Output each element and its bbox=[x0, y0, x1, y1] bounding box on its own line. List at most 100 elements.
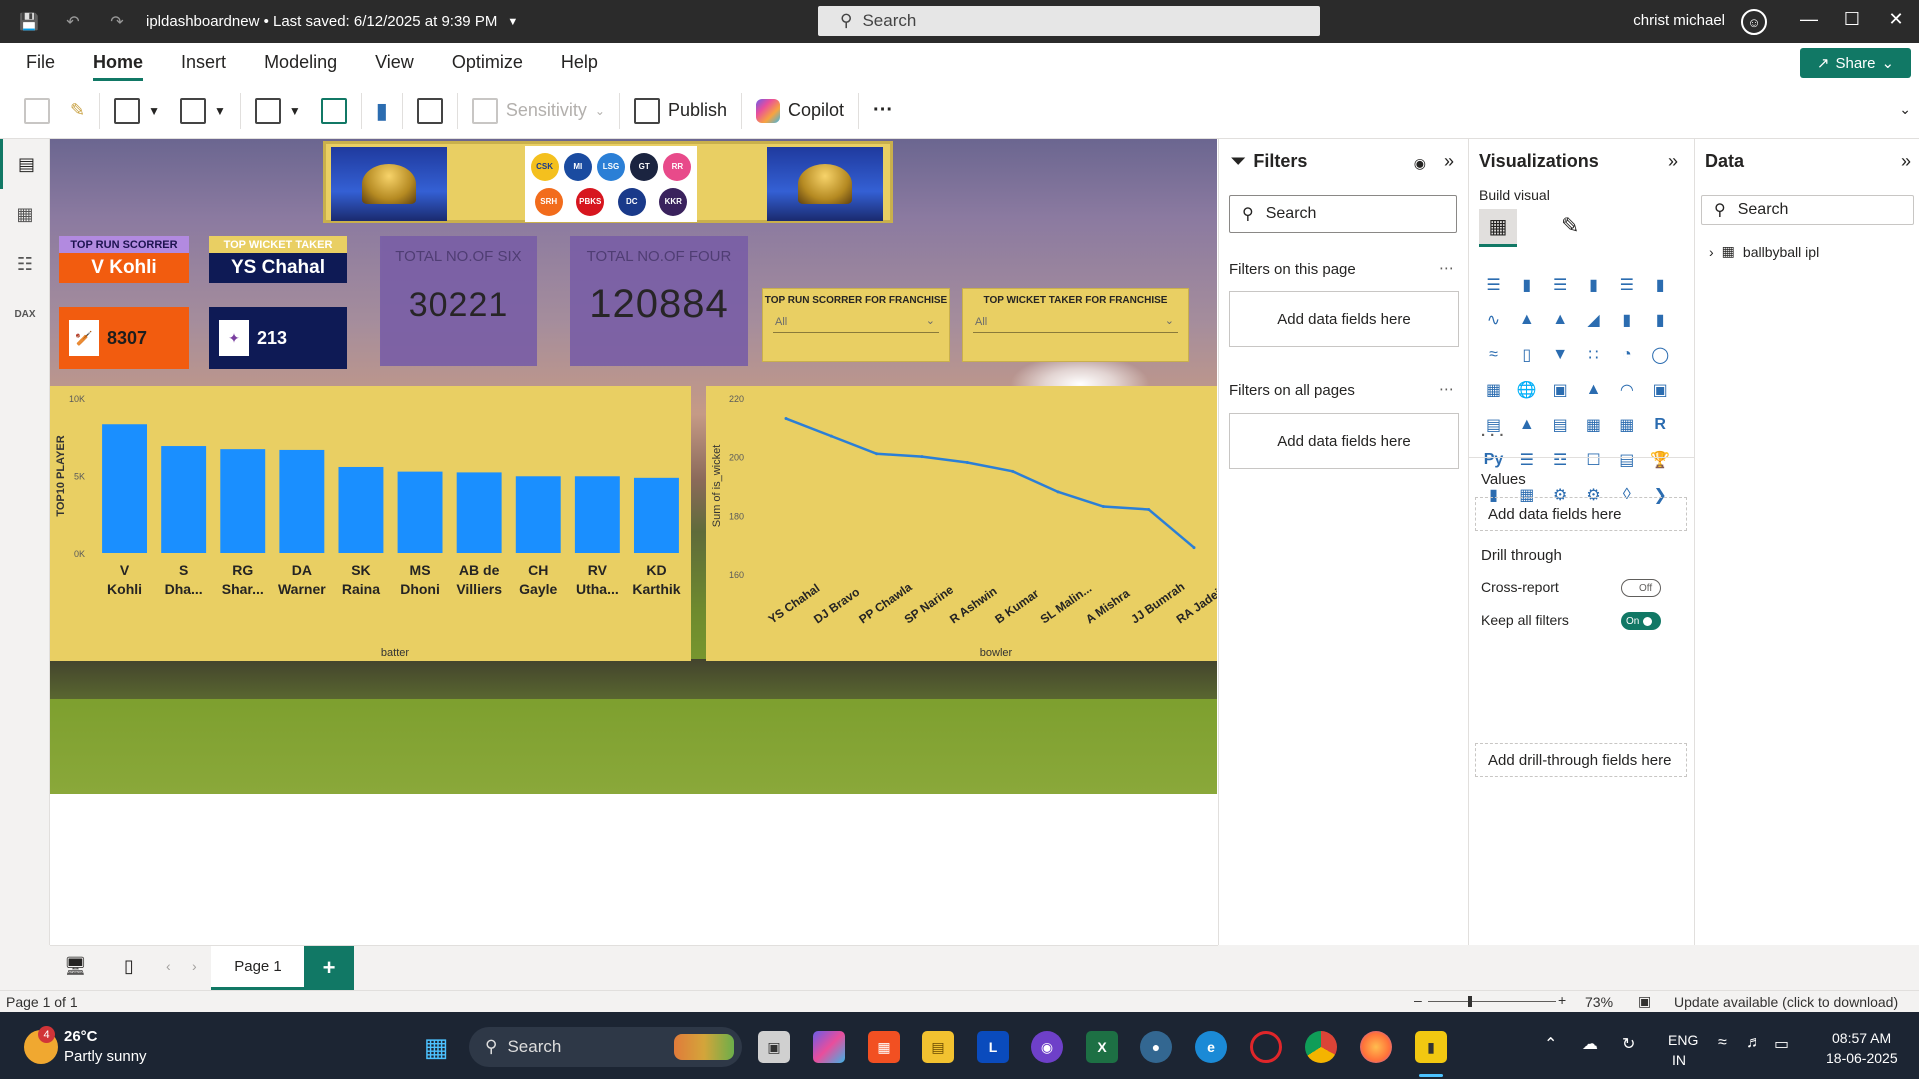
volume-icon[interactable]: ♬ bbox=[1746, 1034, 1762, 1052]
ribbon-chart-icon[interactable]: ≈ bbox=[1481, 343, 1506, 367]
refresh-button[interactable] bbox=[311, 89, 357, 133]
collapse-filters-icon[interactable]: » bbox=[1444, 151, 1454, 172]
100-area-chart-icon[interactable]: ◢ bbox=[1581, 308, 1606, 332]
windows-start-icon[interactable]: ▦ bbox=[420, 1031, 452, 1063]
zoom-slider-thumb[interactable] bbox=[1468, 996, 1472, 1007]
fit-page-icon[interactable]: ▣ bbox=[1638, 993, 1651, 1010]
clock-time[interactable]: 08:57 AM bbox=[1832, 1030, 1891, 1046]
table-ballbyball[interactable]: › ▦ ballbyball ipl bbox=[1709, 243, 1819, 260]
keep-filters-toggle[interactable]: On bbox=[1621, 612, 1661, 630]
menu-insert[interactable]: Insert bbox=[162, 43, 245, 83]
drill-through-dropzone[interactable]: Add drill-through fields here bbox=[1475, 743, 1687, 777]
taskbar-search[interactable]: ⚲ Search bbox=[469, 1027, 742, 1067]
line-chart-icon[interactable]: ∿ bbox=[1481, 308, 1506, 332]
more-icon[interactable]: ⋯ bbox=[1439, 259, 1454, 277]
store-icon[interactable]: ▦ bbox=[868, 1031, 900, 1063]
battery-icon[interactable]: ▭ bbox=[1774, 1034, 1789, 1054]
collapse-data-icon[interactable]: » bbox=[1901, 151, 1911, 172]
top10-batter-chart[interactable]: 0K 5K 10K TOP10 PLAYER V Kohli S Dha... RG Shar..… bbox=[50, 386, 691, 661]
key-influencers-icon[interactable]: ☰ bbox=[1514, 448, 1539, 472]
clustered-bar-chart-icon[interactable]: ☰ bbox=[1548, 273, 1573, 297]
slicer-icon[interactable]: ▤ bbox=[1548, 413, 1573, 437]
filters-this-page-dropzone[interactable]: Add data fields here bbox=[1229, 291, 1459, 347]
undo-icon[interactable]: ↶ bbox=[58, 7, 88, 37]
menu-home[interactable]: Home bbox=[74, 43, 162, 83]
redo-icon[interactable]: ↷ bbox=[102, 7, 132, 37]
language-top[interactable]: ENG bbox=[1668, 1032, 1698, 1048]
cross-report-toggle[interactable]: Off bbox=[1621, 579, 1661, 597]
clock-date[interactable]: 18-06-2025 bbox=[1826, 1050, 1898, 1066]
qa-icon[interactable]: ☐ bbox=[1581, 448, 1606, 472]
chevron-left-icon[interactable]: ‹ bbox=[166, 958, 171, 974]
global-search-box[interactable]: ⚲ Search bbox=[818, 6, 1320, 36]
more-options-button[interactable]: ··· bbox=[863, 89, 903, 133]
onedrive-icon[interactable]: ☁ bbox=[1582, 1034, 1598, 1054]
bar[interactable] bbox=[102, 424, 148, 553]
get-data-button[interactable]: ▼ bbox=[104, 89, 170, 133]
gauge-icon[interactable]: ◠ bbox=[1614, 378, 1639, 402]
python-visual-icon[interactable]: Py bbox=[1481, 448, 1506, 472]
maximize-icon[interactable]: ☐ bbox=[1837, 9, 1867, 30]
table-view-icon[interactable]: ▦ bbox=[0, 189, 50, 239]
slicer1-dropdown[interactable]: All ⌄ bbox=[773, 311, 939, 333]
map-icon[interactable]: 🌐 bbox=[1514, 378, 1539, 402]
filled-map-icon[interactable]: ▣ bbox=[1548, 378, 1573, 402]
kpi-icon[interactable]: ▲ bbox=[1514, 413, 1539, 437]
report-view-icon[interactable]: ▤ bbox=[0, 139, 50, 189]
franchise-wicket-slicer[interactable]: TOP WICKET TAKER FOR FRANCHISE All ⌄ bbox=[962, 288, 1189, 362]
data-point[interactable] bbox=[965, 461, 969, 465]
data-point[interactable] bbox=[1011, 469, 1015, 473]
format-painter-button[interactable]: ✎ bbox=[60, 89, 95, 133]
close-icon[interactable]: ✕ bbox=[1881, 9, 1911, 30]
minimize-icon[interactable]: — bbox=[1794, 9, 1824, 30]
recent-sources-button[interactable]: ▼ bbox=[170, 89, 236, 133]
chevron-up-icon[interactable]: ⌃ bbox=[1544, 1034, 1557, 1054]
stacked-area-chart-icon[interactable]: ▲ bbox=[1548, 308, 1573, 332]
menu-help[interactable]: Help bbox=[542, 43, 617, 83]
tab-page-1[interactable]: Page 1 bbox=[211, 946, 305, 990]
publish-button[interactable]: Publish bbox=[624, 89, 737, 133]
100-bar-chart-icon[interactable]: ☰ bbox=[1614, 273, 1639, 297]
data-search-input[interactable]: ⚲ Search bbox=[1701, 195, 1914, 225]
values-dropzone[interactable]: Add data fields here bbox=[1475, 497, 1687, 531]
treemap-icon[interactable]: ▦ bbox=[1481, 378, 1506, 402]
stacked-column-chart-icon[interactable]: ▮ bbox=[1514, 273, 1539, 297]
bar[interactable] bbox=[633, 477, 679, 553]
data-point[interactable] bbox=[829, 434, 833, 438]
bar[interactable] bbox=[397, 471, 443, 553]
series-line[interactable] bbox=[785, 417, 1195, 549]
chevron-down-icon[interactable]: ⌄ bbox=[1899, 101, 1911, 118]
new-visual-button[interactable]: ▮ bbox=[366, 89, 398, 133]
data-point[interactable] bbox=[784, 417, 788, 421]
area-chart-icon[interactable]: ▲ bbox=[1514, 308, 1539, 332]
github-icon[interactable]: ◉ bbox=[1031, 1031, 1063, 1063]
bar[interactable] bbox=[515, 476, 561, 553]
build-visual-tab-icon[interactable]: ▦ bbox=[1479, 209, 1517, 247]
model-view-icon[interactable]: ☷ bbox=[0, 239, 50, 289]
user-name[interactable]: christ michael bbox=[1633, 12, 1725, 29]
postgres-icon[interactable]: ● bbox=[1140, 1031, 1172, 1063]
line-clustered-column-chart-icon[interactable]: ▮ bbox=[1648, 308, 1673, 332]
zoom-level[interactable]: 73% bbox=[1585, 994, 1613, 1010]
document-title[interactable]: ipldashboardnew • Last saved: 6/12/2025 … bbox=[146, 13, 497, 30]
weather-temp[interactable]: 26°C bbox=[64, 1028, 98, 1045]
copilot-app-icon[interactable] bbox=[813, 1031, 845, 1063]
copilot-button[interactable]: Copilot bbox=[746, 89, 854, 133]
more-visuals-icon[interactable]: · · · bbox=[1481, 427, 1504, 444]
sensitivity-button[interactable]: Sensitivity ⌄ bbox=[462, 89, 615, 133]
decomposition-tree-icon[interactable]: ☲ bbox=[1548, 448, 1573, 472]
100-column-chart-icon[interactable]: ▮ bbox=[1648, 273, 1673, 297]
stacked-bar-chart-icon[interactable]: ☰ bbox=[1481, 273, 1506, 297]
opera-icon[interactable] bbox=[1250, 1031, 1282, 1063]
matrix-icon[interactable]: ▦ bbox=[1614, 413, 1639, 437]
bar[interactable] bbox=[338, 466, 384, 553]
slicer2-dropdown[interactable]: All ⌄ bbox=[973, 311, 1178, 333]
desktop-layout-icon[interactable]: 🖥 bbox=[64, 956, 87, 977]
zoom-out-button[interactable]: – bbox=[1414, 992, 1422, 1008]
eye-icon[interactable]: ◉ bbox=[1414, 155, 1426, 172]
sync-icon[interactable]: ↻ bbox=[1622, 1034, 1635, 1054]
bar[interactable] bbox=[161, 446, 207, 553]
menu-view[interactable]: View bbox=[356, 43, 433, 83]
more-icon[interactable]: ⋯ bbox=[1439, 380, 1454, 398]
menu-file[interactable]: File bbox=[0, 43, 74, 83]
